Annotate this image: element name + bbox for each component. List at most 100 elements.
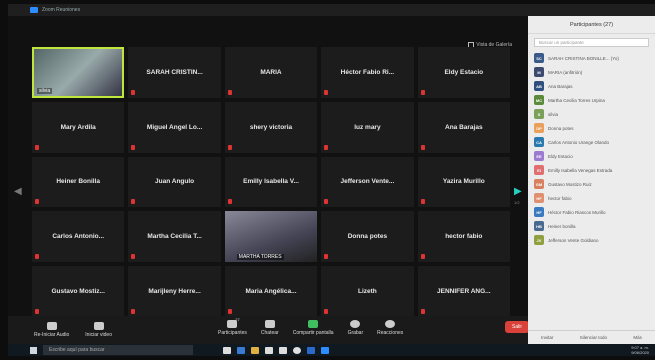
video-gallery: silvia SARAH CRISTIN... MARIA Héctor Fabio … (32, 47, 510, 317)
participant-tile[interactable]: JENNIFER ANG... (417, 266, 510, 317)
camera-icon (93, 322, 104, 330)
participant-name: Eldy Estacio (444, 68, 484, 76)
participant-tile[interactable]: silvia (32, 47, 125, 98)
avatar: SC (534, 53, 544, 63)
participant-list-item[interactable]: HB Heiner bonilla (528, 219, 655, 233)
task-view-icon[interactable] (223, 346, 231, 354)
participant-tile[interactable]: Yazira Murillo (417, 156, 510, 208)
avatar: HF (534, 207, 544, 217)
participants-button[interactable]: 27 Participantes (218, 317, 247, 336)
participant-list-name: Emilly Isabella Venegas Estrada (548, 167, 613, 173)
participant-tile[interactable]: MARIA (224, 47, 318, 98)
mail-icon[interactable] (279, 346, 287, 354)
participant-list-item[interactable]: MC Martha Cecilia Torres Urpina (528, 93, 655, 107)
participant-tile[interactable]: Eldy Estacio (417, 47, 510, 98)
participant-name: Heiner Bonilla (56, 178, 101, 186)
leave-button[interactable]: Salir (505, 321, 530, 333)
participant-name: Mary Ardila (60, 123, 96, 131)
participant-list-name: Ana Barajas (548, 83, 573, 89)
folder-icon[interactable] (251, 346, 259, 354)
participant-list-item[interactable]: DP Donna potes (528, 121, 655, 135)
taskbar-search-input[interactable]: Escribe aquí para buscar (43, 345, 193, 355)
participant-tile[interactable]: Gustavo Mostiz... (32, 266, 125, 317)
participant-tile[interactable]: shery victoria (224, 101, 318, 153)
participant-tile[interactable]: Héctor Fabio Ri... (321, 47, 414, 98)
zoom-logo-icon (30, 7, 38, 13)
participant-list-item[interactable]: SC SARAH CRISTINA BONILLE... (Yo) (528, 51, 655, 65)
participant-list-item[interactable]: HF Héctor Fabio Riascos Murillo (528, 205, 655, 219)
participant-tile[interactable]: Mary Ardila (32, 101, 125, 153)
muted-mic-icon (131, 199, 136, 205)
muted-mic-icon (227, 144, 232, 150)
participant-tile[interactable]: Juan Angulo (128, 156, 221, 208)
participant-tile[interactable]: Carlos Antonio... (32, 211, 125, 263)
share-screen-button[interactable]: Compartir pantalla (293, 320, 334, 336)
muted-mic-icon (131, 89, 136, 95)
page-indicator: 1/2 (514, 200, 520, 205)
video-button[interactable]: Iniciar video (85, 322, 112, 338)
edge-icon[interactable] (237, 346, 245, 354)
participant-tile[interactable]: MARTHA TORRES (224, 211, 318, 263)
taskbar-apps (223, 346, 329, 354)
participant-list-item[interactable]: CA Carlos Antonio Urange Olando (528, 135, 655, 149)
muted-mic-icon (420, 254, 425, 260)
windows-start-icon[interactable] (30, 346, 37, 354)
participant-list-name: Donna potes (548, 125, 574, 131)
participant-tile[interactable]: hector fabio (417, 211, 510, 263)
reactions-button[interactable]: Reacciones (377, 320, 403, 336)
participant-list-item[interactable]: JV Jefferson Vente Goldiano (528, 233, 655, 247)
participant-tile[interactable]: Donna potes (321, 211, 414, 263)
store-icon[interactable] (265, 346, 273, 354)
participant-list-item[interactable]: Ssilvia (528, 107, 655, 121)
participant-tile[interactable]: Maria Angélica... (224, 266, 318, 317)
zoom-taskbar-icon[interactable] (321, 346, 329, 354)
system-clock[interactable]: 9:07 a. m. 9/06/2020 (631, 345, 649, 355)
mute-all-button[interactable]: Silenciar todo (580, 335, 607, 340)
participant-tile[interactable]: Jefferson Vente... (321, 156, 414, 208)
app-title: Zoom Reuniones (42, 7, 81, 13)
participant-name: Donna potes (347, 233, 388, 241)
avatar: CA (534, 137, 544, 147)
more-button[interactable]: Más (633, 335, 642, 340)
participant-tile[interactable]: luz mary (321, 101, 414, 153)
invite-button[interactable]: Invitar (541, 335, 553, 340)
chrome-icon[interactable] (293, 346, 301, 354)
avatar: MC (534, 95, 544, 105)
prev-page-icon[interactable]: ◀ (14, 186, 22, 197)
muted-mic-icon (227, 89, 232, 95)
participant-list-item[interactable]: M MARIA (anfitrión) (528, 65, 655, 79)
participant-tile[interactable]: SARAH CRISTIN... (128, 47, 221, 98)
participant-list-item[interactable]: AB Ana Barajas (528, 79, 655, 93)
participant-tile[interactable]: Miguel Angel Lo... (128, 101, 221, 153)
audio-button[interactable]: Re-Iniciar Audio (34, 322, 69, 338)
participant-tile[interactable]: Marijleny Herre... (128, 266, 221, 317)
participant-list-name: Carlos Antonio Urange Olando (548, 139, 610, 145)
word-icon[interactable] (307, 346, 315, 354)
participant-tile[interactable]: Martha Cecilia T... (128, 211, 221, 263)
participant-tile[interactable]: Ana Barajas (417, 101, 510, 153)
chat-button[interactable]: Chatear (261, 320, 279, 336)
avatar: S (534, 109, 544, 119)
participant-name: Miguel Angel Lo... (146, 123, 203, 131)
record-button[interactable]: Grabar (348, 320, 363, 336)
participant-list-item[interactable]: EE Eldy Estacio (528, 149, 655, 163)
participant-name: silvia (37, 87, 53, 94)
participant-list-item[interactable]: GM Gustavo Mostizo Ruiz (528, 177, 655, 191)
avatar: GM (534, 179, 544, 189)
participant-tile[interactable]: Emilly Isabella V... (224, 156, 318, 208)
muted-mic-icon (420, 89, 425, 95)
muted-mic-icon (324, 254, 329, 260)
participant-name: Héctor Fabio Ri... (340, 68, 395, 76)
participant-name: Jefferson Vente... (340, 178, 395, 186)
next-page-icon[interactable]: ▶ (514, 186, 522, 197)
participant-tile[interactable]: Lizeth (321, 266, 414, 317)
panel-footer: Invitar Silenciar todo Más (528, 330, 655, 344)
participant-search-input[interactable]: Buscar un participante (534, 38, 649, 47)
screen: Zoom Reuniones Vista de Galería ◀ ▶ 1/2 … (8, 4, 655, 356)
participant-tile[interactable]: Heiner Bonilla (32, 156, 125, 208)
participant-list-name: SARAH CRISTINA BONILLE... (Yo) (548, 55, 619, 61)
participant-list-item[interactable]: HF hector fabio (528, 191, 655, 205)
smiley-icon (385, 320, 396, 328)
headphone-icon (46, 322, 57, 330)
participant-list-item[interactable]: EI Emilly Isabella Venegas Estrada (528, 163, 655, 177)
